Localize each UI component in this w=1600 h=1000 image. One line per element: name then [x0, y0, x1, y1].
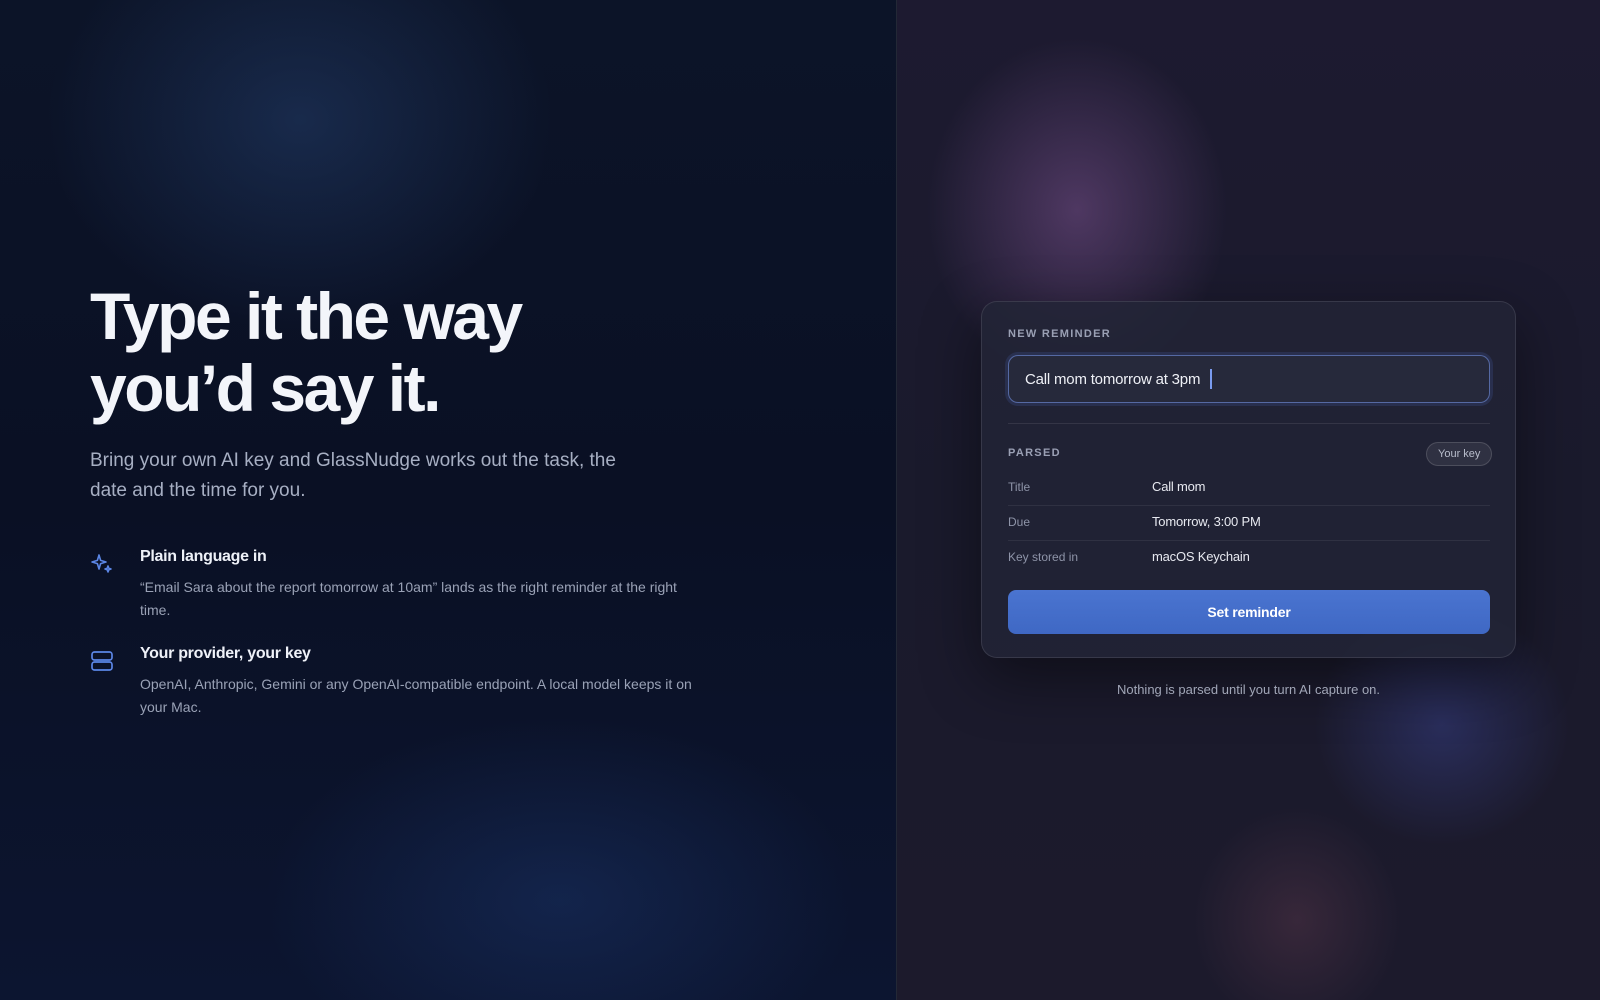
headline-line-2: you’d say it.: [90, 351, 441, 425]
feature-title: Your provider, your key: [140, 645, 311, 662]
card-divider: [1008, 423, 1490, 424]
parsed-label: PARSED: [1008, 447, 1061, 459]
parsed-row-due: Due Tomorrow, 3:00 PM: [1008, 506, 1490, 541]
reminder-input-value: Call mom tomorrow at 3pm: [1025, 370, 1201, 388]
page: Type it the way you’d say it. Bring your…: [0, 0, 1600, 1000]
reminder-card: NEW REMINDER Call mom tomorrow at 3pm PA…: [981, 301, 1516, 658]
hero-subtitle: Bring your own AI key and GlassNudge wor…: [90, 450, 616, 501]
ai-capture-footnote: Nothing is parsed until you turn AI capt…: [1116, 682, 1381, 697]
parsed-row-value: Call mom: [1152, 479, 1206, 494]
text-caret: [1210, 369, 1213, 389]
parsed-row-key: Title: [1008, 480, 1031, 494]
parsed-row-key: Key stored in: [1008, 550, 1079, 564]
sparkle-icon: [90, 552, 114, 576]
parsed-row-value: macOS Keychain: [1152, 549, 1250, 564]
parsed-row-key-storage: Key stored in macOS Keychain: [1008, 541, 1490, 576]
set-reminder-button[interactable]: Set reminder: [1008, 590, 1490, 634]
headline-line-1: Type it the way: [90, 279, 523, 353]
hero-panel: Type it the way you’d say it. Bring your…: [0, 0, 896, 1000]
your-key-badge: Your key: [1426, 442, 1493, 466]
server-icon: [90, 649, 114, 673]
feature-description: OpenAI, Anthropic, Gemini or any OpenAI-…: [140, 676, 692, 715]
reminder-input[interactable]: Call mom tomorrow at 3pm: [1008, 355, 1490, 403]
parsed-row-key: Due: [1008, 515, 1031, 529]
parsed-row-title: Title Call mom: [1008, 471, 1490, 506]
hero-headline: Type it the way you’d say it.: [90, 280, 690, 424]
feature-title: Plain language in: [140, 548, 267, 565]
parsed-row-value: Tomorrow, 3:00 PM: [1152, 514, 1261, 529]
new-reminder-label: NEW REMINDER: [1008, 328, 1111, 340]
feature-description: “Email Sara about the report tomorrow at…: [140, 579, 677, 618]
